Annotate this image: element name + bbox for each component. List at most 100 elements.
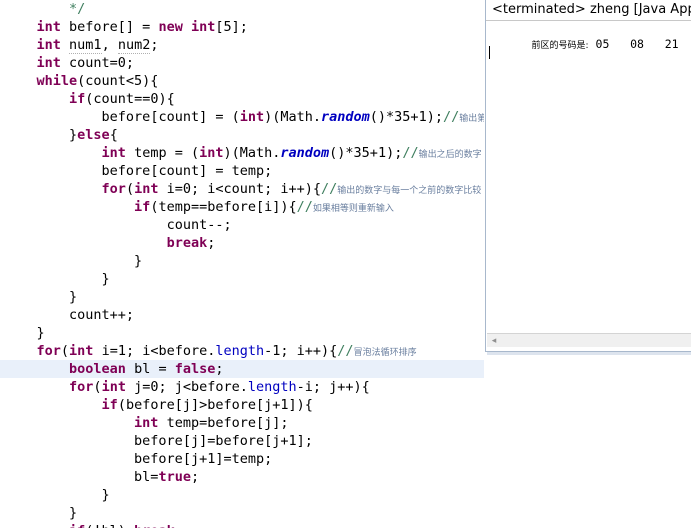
code-line[interactable]: int num1, num2; bbox=[0, 36, 484, 54]
console-horizontal-scrollbar[interactable]: ◂ bbox=[487, 333, 691, 347]
code-token-kw: break bbox=[166, 235, 208, 251]
code-line[interactable]: count--; bbox=[0, 216, 484, 234]
code-line[interactable]: */ bbox=[0, 0, 484, 18]
code-line[interactable]: for(int i=1; i<before.length-1; i++){//冒… bbox=[0, 342, 484, 360]
code-token-p: ; bbox=[190, 469, 200, 485]
code-token-p: i=0; i<count; i++){ bbox=[158, 181, 322, 197]
code-token-p: i=1; i<before. bbox=[93, 343, 216, 359]
code-line[interactable]: if(before[j]>before[j+1]){ bbox=[0, 396, 484, 414]
code-line[interactable]: int temp=before[j]; bbox=[0, 414, 484, 432]
code-line[interactable]: } bbox=[0, 486, 484, 504]
code-line[interactable]: } bbox=[0, 252, 484, 270]
panel-bottom-filler bbox=[484, 355, 691, 528]
code-line[interactable]: if(temp==before[i]){//如果相等则重新输入 bbox=[0, 198, 484, 216]
code-token-p: ( bbox=[93, 379, 102, 395]
code-line[interactable]: int count=0; bbox=[0, 54, 484, 72]
code-token-kw: for bbox=[36, 343, 61, 359]
code-line[interactable]: if(!bl) break; bbox=[0, 522, 484, 528]
code-token-kw: int bbox=[134, 415, 159, 431]
code-token-p: ( bbox=[60, 343, 70, 359]
console-view[interactable]: <terminated> zheng [Java Applicat 前区的号码是… bbox=[485, 0, 691, 352]
code-token-kw: for bbox=[101, 181, 126, 197]
code-token-cmt: // bbox=[402, 145, 419, 161]
code-line[interactable]: before[j+1]=temp; bbox=[0, 450, 484, 468]
code-line[interactable]: int temp = (int)(Math.random()*35+1);//输… bbox=[0, 144, 484, 162]
code-token-p: (temp==before[i]){ bbox=[150, 199, 297, 215]
code-token-kw: int bbox=[36, 55, 61, 71]
code-line[interactable]: } bbox=[0, 324, 484, 342]
console-caret bbox=[489, 46, 490, 59]
code-line[interactable]: for(int j=0; j<before.length-i; j++){ bbox=[0, 378, 484, 396]
code-line[interactable]: before[count] = temp; bbox=[0, 162, 484, 180]
code-token-p: ; bbox=[150, 37, 159, 53]
code-token-p: [5]; bbox=[215, 19, 248, 35]
code-token-p: } bbox=[134, 253, 143, 269]
code-token-p: (!bl) bbox=[85, 523, 134, 528]
code-line[interactable]: int before[] = new int[5]; bbox=[0, 18, 484, 36]
code-token-kw: false bbox=[174, 361, 216, 377]
code-token-kw: true bbox=[158, 469, 191, 485]
code-token-p: count=0; bbox=[60, 55, 135, 71]
code-line[interactable]: } bbox=[0, 270, 484, 288]
code-line[interactable]: } bbox=[0, 288, 484, 306]
code-token-p bbox=[183, 19, 191, 35]
code-token-p bbox=[61, 37, 69, 53]
code-line[interactable]: if(count==0){ bbox=[0, 90, 484, 108]
console-output-numbers: 05 08 21 26 33 bbox=[595, 37, 679, 51]
code-token-p: } bbox=[101, 271, 110, 287]
code-token-p: )(Math. bbox=[264, 109, 322, 125]
code-token-cmt: // bbox=[321, 181, 338, 197]
code-token-cn: 输出第一位数字 bbox=[459, 114, 484, 124]
code-line[interactable]: break; bbox=[0, 234, 484, 252]
code-token-p: before[] = bbox=[60, 19, 159, 35]
code-token-sp: num2 bbox=[117, 37, 151, 54]
code-line[interactable]: before[j]=before[j+1]; bbox=[0, 432, 484, 450]
code-line[interactable]: while(count<5){ bbox=[0, 72, 484, 90]
scroll-left-arrow-icon[interactable]: ◂ bbox=[489, 336, 499, 346]
code-token-kw: break bbox=[134, 523, 175, 528]
code-token-p: ( bbox=[125, 181, 135, 197]
code-token-cmt: // bbox=[442, 109, 460, 125]
code-token-cn: 如果相等则重新输入 bbox=[312, 204, 394, 214]
code-token-p: ; bbox=[175, 523, 183, 528]
code-token-fld: length bbox=[247, 379, 297, 395]
code-token-p: count--; bbox=[166, 217, 232, 233]
code-line[interactable]: bl=true; bbox=[0, 468, 484, 486]
code-token-kw: int bbox=[36, 37, 61, 53]
code-token-kw: if bbox=[134, 199, 151, 215]
code-token-p: (count<5){ bbox=[77, 73, 159, 89]
code-token-p: )(Math. bbox=[223, 145, 281, 161]
code-line[interactable]: boolean bl = false; bbox=[0, 360, 484, 378]
code-line[interactable]: }else{ bbox=[0, 126, 484, 144]
code-line[interactable]: count++; bbox=[0, 306, 484, 324]
code-token-p: , bbox=[101, 37, 118, 53]
code-token-kw: int bbox=[69, 343, 94, 359]
code-token-p: ; bbox=[207, 235, 216, 251]
code-token-p: ()*35+1); bbox=[329, 145, 403, 161]
code-token-cn: 输出之后的数字 bbox=[418, 150, 482, 160]
code-token-cmt: // bbox=[337, 343, 354, 359]
code-token-p: temp = ( bbox=[125, 145, 200, 161]
code-token-kw: int bbox=[101, 379, 126, 395]
console-output-area[interactable]: 前区的号码是: 05 08 21 26 33 bbox=[486, 22, 691, 332]
code-token-p: before[j+1]=temp; bbox=[134, 451, 273, 467]
code-token-p: } bbox=[69, 505, 78, 521]
code-token-kw: int bbox=[190, 19, 216, 35]
code-token-kw: for bbox=[69, 379, 94, 395]
code-line[interactable]: for(int i=0; i<count; i++){//输出的数字与每一个之前… bbox=[0, 180, 484, 198]
code-token-p: -i; j++){ bbox=[296, 379, 370, 395]
code-token-p: } bbox=[36, 325, 45, 341]
code-token-p: (count==0){ bbox=[85, 91, 175, 107]
code-token-stc: random bbox=[280, 145, 330, 161]
code-line[interactable]: } bbox=[0, 504, 484, 522]
java-source-editor[interactable]: */ int before[] = new int[5]; int num1, … bbox=[0, 0, 484, 528]
console-terminated-label: <terminated> zheng [Java Applicat bbox=[486, 0, 691, 21]
code-token-kw: else bbox=[77, 127, 110, 143]
code-token-kw: new bbox=[158, 19, 183, 35]
code-token-p: } bbox=[69, 127, 78, 143]
code-token-p: j=0; j<before. bbox=[125, 379, 248, 395]
code-token-p: -1; i++){ bbox=[264, 343, 338, 359]
code-line[interactable]: before[count] = (int)(Math.random()*35+1… bbox=[0, 108, 484, 126]
code-token-sp: num1 bbox=[69, 37, 102, 54]
code-token-stc: random bbox=[321, 109, 370, 125]
